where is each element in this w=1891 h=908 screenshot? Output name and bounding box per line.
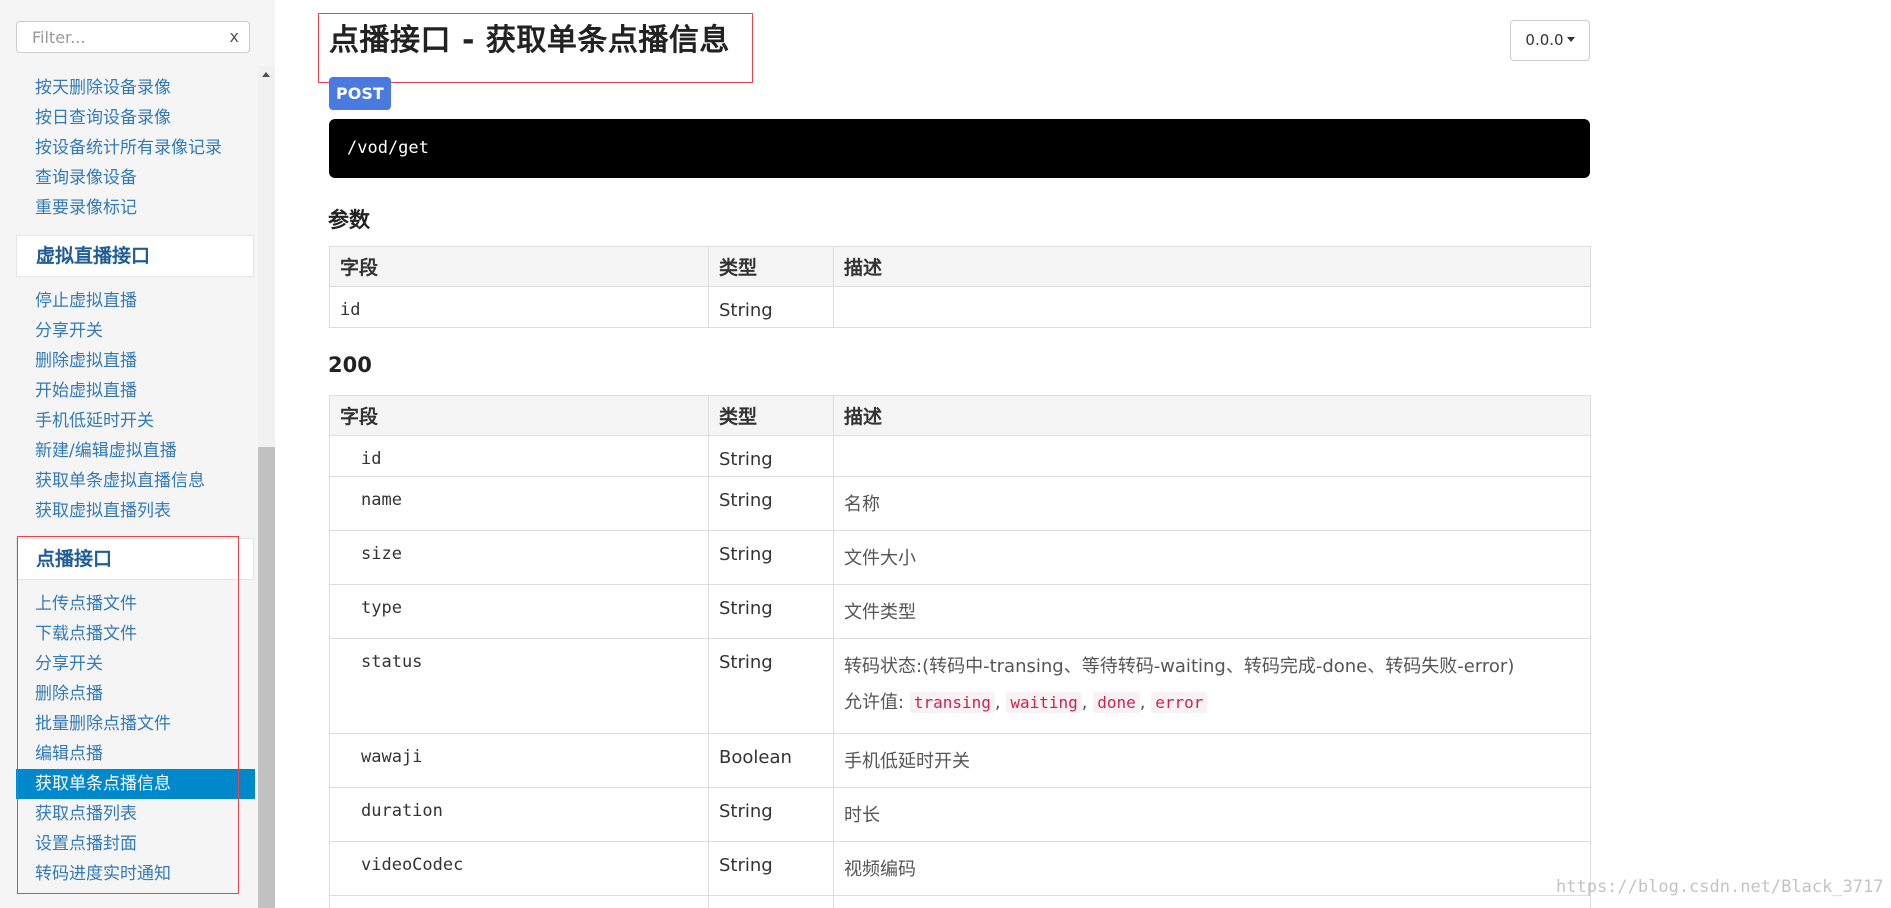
allowed-value: error (1151, 692, 1208, 713)
field-desc: 视频编码 (833, 841, 1591, 896)
sidebar-item[interactable]: 获取点播列表 (16, 799, 255, 829)
sidebar: 按天删除设备录像 按日查询设备录像 按设备统计所有录像记录 查询录像设备 重要录… (0, 0, 275, 908)
sidebar-item[interactable]: 分享开关 (16, 649, 255, 679)
sidebar-group-header-vod[interactable]: 点播接口 (16, 538, 254, 580)
field-name: status (329, 638, 709, 734)
sidebar-item[interactable]: 删除虚拟直播 (16, 346, 255, 376)
table-header-cell: 描述 (833, 246, 1591, 287)
sidebar-item[interactable]: 按设备统计所有录像记录 (16, 133, 255, 163)
sidebar-item[interactable]: 下载点播文件 (16, 619, 255, 649)
sidebar-item[interactable]: 获取虚拟直播列表 (16, 496, 255, 526)
field-desc (833, 286, 1591, 328)
field-name: duration (329, 787, 709, 842)
field-name: id (329, 286, 709, 328)
field-desc: 时长 (833, 787, 1591, 842)
table-header-cell: 类型 (708, 395, 834, 436)
field-desc: 手机低延时开关 (833, 733, 1591, 788)
field-type: String (708, 638, 834, 734)
sidebar-group-header-live[interactable]: 虚拟直播接口 (16, 235, 254, 277)
sidebar-filter: x (16, 21, 250, 53)
allowed-value: done (1093, 692, 1140, 713)
sidebar-item[interactable]: 重要录像标记 (16, 193, 255, 223)
sidebar-top-fade (0, 53, 258, 65)
allowed-value: waiting (1006, 692, 1082, 713)
sidebar-item[interactable]: 编辑点播 (16, 739, 255, 769)
version-dropdown[interactable]: 0.0.0 (1510, 20, 1590, 61)
table-row: name String 名称 (329, 476, 1591, 531)
table-row: id String (329, 286, 1591, 328)
field-type: String (708, 530, 834, 585)
table-row: size String 文件大小 (329, 530, 1591, 585)
sidebar-item[interactable]: 分享开关 (16, 316, 255, 346)
sidebar-item-active[interactable]: 获取单条点播信息 (16, 769, 255, 799)
main-content: 点播接口 - 获取单条点播信息 0.0.0 POST /vod/get 参数 字… (275, 0, 1891, 908)
sidebar-item[interactable]: 按天删除设备录像 (16, 73, 255, 103)
field-desc: 名称 (833, 476, 1591, 531)
table-header-cell: 字段 (329, 246, 709, 287)
sidebar-item[interactable]: 批量删除点播文件 (16, 709, 255, 739)
table-row: wawaji Boolean 手机低延时开关 (329, 733, 1591, 788)
field-name: type (329, 584, 709, 639)
field-desc (833, 435, 1591, 477)
table-header-cell: 描述 (833, 395, 1591, 436)
sidebar-item[interactable]: 新建/编辑虚拟直播 (16, 436, 255, 466)
clear-filter-button[interactable]: x (230, 26, 239, 48)
field-desc: 文件大小 (833, 530, 1591, 585)
sidebar-item[interactable]: 删除点播 (16, 679, 255, 709)
sidebar-item[interactable]: 转码进度实时通知 (16, 859, 255, 889)
sidebar-item[interactable]: 获取单条虚拟直播信息 (16, 466, 255, 496)
table-header-cell: 字段 (329, 395, 709, 436)
sidebar-item[interactable]: 查询录像设备 (16, 163, 255, 193)
field-type: String (708, 584, 834, 639)
field-name: id (329, 435, 709, 477)
table-row: id String (329, 435, 1591, 477)
version-label: 0.0.0 (1525, 31, 1564, 49)
filter-input[interactable] (17, 22, 217, 52)
scrollbar-thumb[interactable] (258, 447, 275, 908)
table-row: duration String 时长 (329, 787, 1591, 842)
sidebar-scrollbar[interactable] (258, 66, 275, 908)
sidebar-item[interactable]: 手机低延时开关 (16, 406, 255, 436)
watermark: https://blog.csdn.net/Black_3717 (1556, 877, 1884, 897)
sidebar-item[interactable]: 设置点播封面 (16, 829, 255, 859)
allowed-values: 允许值: transing, waiting, done, error (844, 688, 1580, 714)
field-desc-cell: 转码状态:(转码中-transing、等待转码-waiting、转码完成-don… (833, 638, 1591, 734)
table-header-row: 字段 类型 描述 (329, 395, 1591, 436)
endpoint-url: /vod/get (329, 119, 1590, 178)
field-desc: 转码状态:(转码中-transing、等待转码-waiting、转码完成-don… (844, 656, 1515, 677)
field-type: Boolean (708, 733, 834, 788)
field-desc: 文件类型 (833, 584, 1591, 639)
table-row-partial (329, 895, 1591, 908)
field-type: String (708, 286, 834, 328)
field-name: wawaji (329, 733, 709, 788)
field-name: videoCodec (329, 841, 709, 896)
field-type: String (708, 841, 834, 896)
table-header-cell: 类型 (708, 246, 834, 287)
sidebar-item[interactable]: 开始虚拟直播 (16, 376, 255, 406)
allowed-value: transing (909, 692, 995, 713)
sidebar-item[interactable]: 上传点播文件 (16, 589, 255, 619)
page-title: 点播接口 - 获取单条点播信息 (329, 23, 730, 58)
field-type: String (708, 476, 834, 531)
field-name: size (329, 530, 709, 585)
sidebar-item[interactable]: 按日查询设备录像 (16, 103, 255, 133)
scroll-up-arrow-icon[interactable] (258, 70, 275, 80)
field-type: String (708, 787, 834, 842)
table-row: status String 转码状态:(转码中-transing、等待转码-wa… (329, 638, 1591, 734)
field-name: name (329, 476, 709, 531)
sidebar-item[interactable]: 停止虚拟直播 (16, 286, 255, 316)
field-type: String (708, 435, 834, 477)
table-row: type String 文件类型 (329, 584, 1591, 639)
table-header-row: 字段 类型 描述 (329, 246, 1591, 287)
response-table: 字段 类型 描述 id String name String 名称 size S… (329, 395, 1591, 908)
params-table: 字段 类型 描述 id String (329, 246, 1591, 328)
table-row: videoCodec String 视频编码 (329, 841, 1591, 896)
sidebar-nav: 按天删除设备录像 按日查询设备录像 按设备统计所有录像记录 查询录像设备 重要录… (0, 0, 258, 908)
response-section-title: 200 (328, 353, 372, 377)
allowed-values-label: 允许值: (844, 692, 905, 713)
method-badge: POST (329, 77, 391, 110)
caret-down-icon (1566, 37, 1575, 42)
params-section-title: 参数 (328, 208, 370, 232)
